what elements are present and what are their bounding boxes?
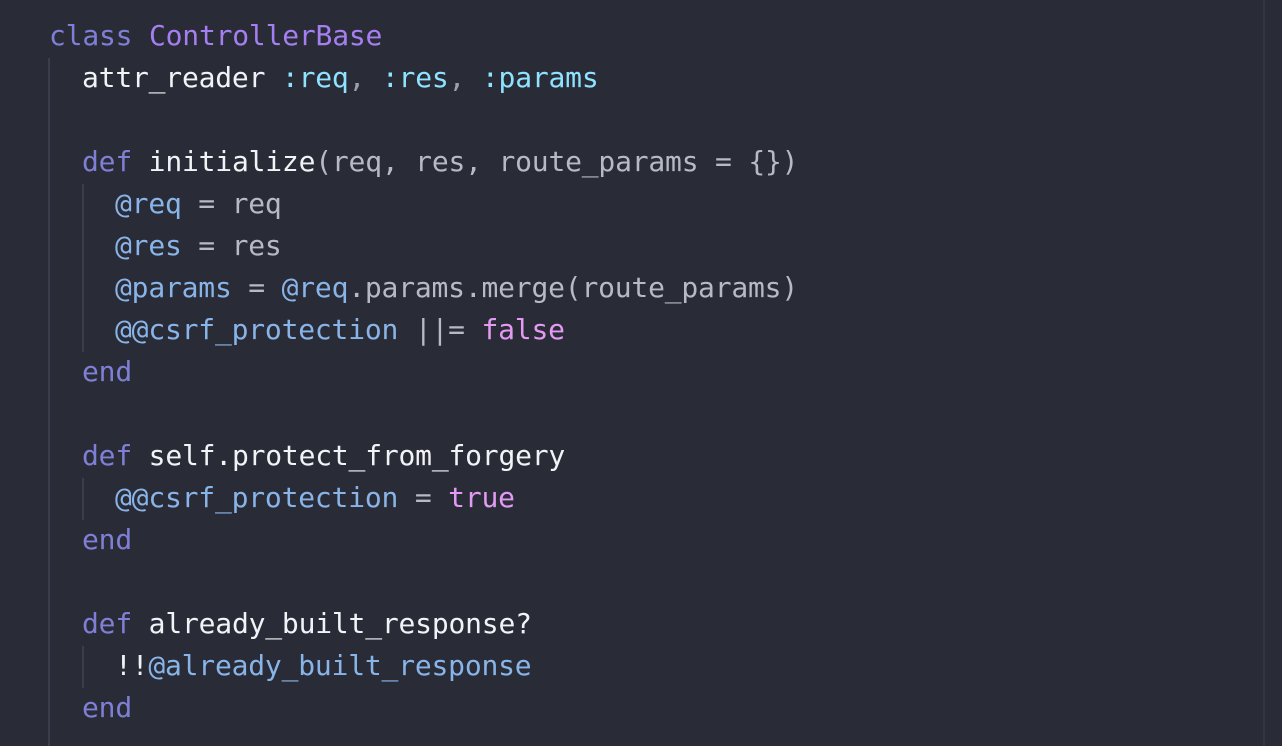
code-line[interactable]: def already_built_response? — [82, 603, 532, 645]
double-negation: !! — [115, 649, 149, 682]
class-variable: @@csrf_protection — [115, 481, 399, 514]
code-line[interactable]: @req = req — [115, 183, 282, 225]
operator: = — [398, 481, 449, 514]
keyword-def: def — [82, 439, 132, 472]
keyword-end: end — [82, 355, 132, 388]
keyword-class: class — [49, 19, 133, 52]
code-editor[interactable]: class ControllerBase attr_reader :req, :… — [0, 0, 1282, 746]
boolean-literal: true — [448, 481, 515, 514]
class-name: ControllerBase — [148, 19, 383, 52]
indent-guide-already-built — [82, 646, 84, 688]
method-call: attr_reader — [82, 61, 266, 94]
instance-variable: @req — [115, 187, 182, 220]
boolean-literal: false — [481, 313, 565, 346]
operator: ||= — [398, 313, 482, 346]
assignment: = req — [181, 187, 282, 220]
code-line[interactable]: class ControllerBase — [49, 15, 382, 57]
code-line[interactable]: @@csrf_protection ||= false — [115, 309, 565, 351]
code-line[interactable]: !!@already_built_response — [115, 645, 532, 687]
instance-variable: @res — [115, 229, 182, 262]
indent-guide-initialize — [82, 184, 84, 352]
indent-guide-protect — [82, 478, 84, 520]
code-line[interactable]: @params = @req.params.merge(route_params… — [115, 267, 798, 309]
keyword-def: def — [82, 145, 132, 178]
indent-guide-class — [48, 58, 50, 746]
assignment: = res — [181, 229, 282, 262]
code-line[interactable]: attr_reader :req, :res, :params — [82, 57, 599, 99]
method-name: self.protect_from_forgery — [148, 439, 566, 472]
keyword-def: def — [82, 607, 132, 640]
code-line[interactable]: def self.protect_from_forgery — [82, 435, 565, 477]
code-line[interactable]: @@csrf_protection = true — [115, 477, 515, 519]
code-line[interactable]: end — [82, 519, 132, 561]
comma: , — [448, 61, 466, 94]
symbol: :res — [381, 61, 449, 94]
method-params: (req, res, route_params = {}) — [315, 145, 799, 178]
class-variable: @@csrf_protection — [115, 313, 399, 346]
keyword-end: end — [82, 691, 132, 724]
editor-scroll-edge[interactable] — [1263, 0, 1265, 746]
instance-variable: @req — [281, 271, 349, 304]
method-chain: .params.merge(route_params) — [348, 271, 798, 304]
code-line[interactable]: end — [82, 687, 132, 729]
operator: = — [231, 271, 282, 304]
symbol: :req — [281, 61, 349, 94]
symbol: :params — [481, 61, 599, 94]
method-name: already_built_response? — [148, 607, 532, 640]
instance-variable: @already_built_response — [148, 649, 532, 682]
instance-variable: @params — [115, 271, 232, 304]
method-name: initialize — [148, 145, 316, 178]
comma: , — [348, 61, 366, 94]
keyword-end: end — [82, 523, 132, 556]
code-line[interactable]: @res = res — [115, 225, 282, 267]
code-line[interactable]: end — [82, 351, 132, 393]
code-line[interactable]: def initialize(req, res, route_params = … — [82, 141, 799, 183]
